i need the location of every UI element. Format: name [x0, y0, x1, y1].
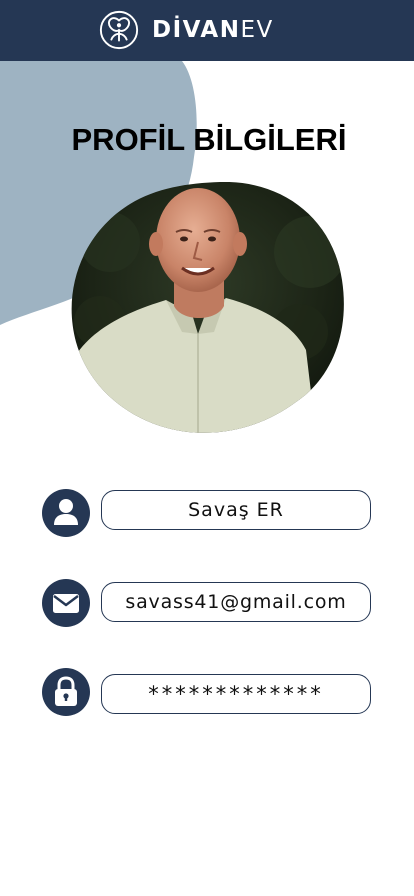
brand-name: DİVANEV [152, 17, 274, 43]
name-field[interactable]: Savaş ER [101, 490, 371, 530]
user-icon [54, 499, 78, 525]
user-icon-badge [42, 489, 90, 537]
profile-photo[interactable] [70, 182, 344, 434]
envelope-icon [53, 594, 79, 613]
lock-icon [55, 676, 77, 706]
envelope-icon-badge [42, 579, 90, 627]
brand-logo[interactable]: DİVANEV [98, 8, 274, 52]
brand-name-strong: DİVAN [152, 17, 241, 43]
page-title: PROFİL BİLGİLERİ [71, 122, 347, 157]
brand-name-light: EV [240, 17, 274, 43]
tree-heart-icon [99, 10, 139, 50]
password-field[interactable]: ************* [101, 674, 371, 714]
app-header: DİVANEV [0, 0, 414, 61]
email-field[interactable]: savass41@gmail.com [101, 582, 371, 622]
lock-icon-badge [42, 668, 90, 716]
